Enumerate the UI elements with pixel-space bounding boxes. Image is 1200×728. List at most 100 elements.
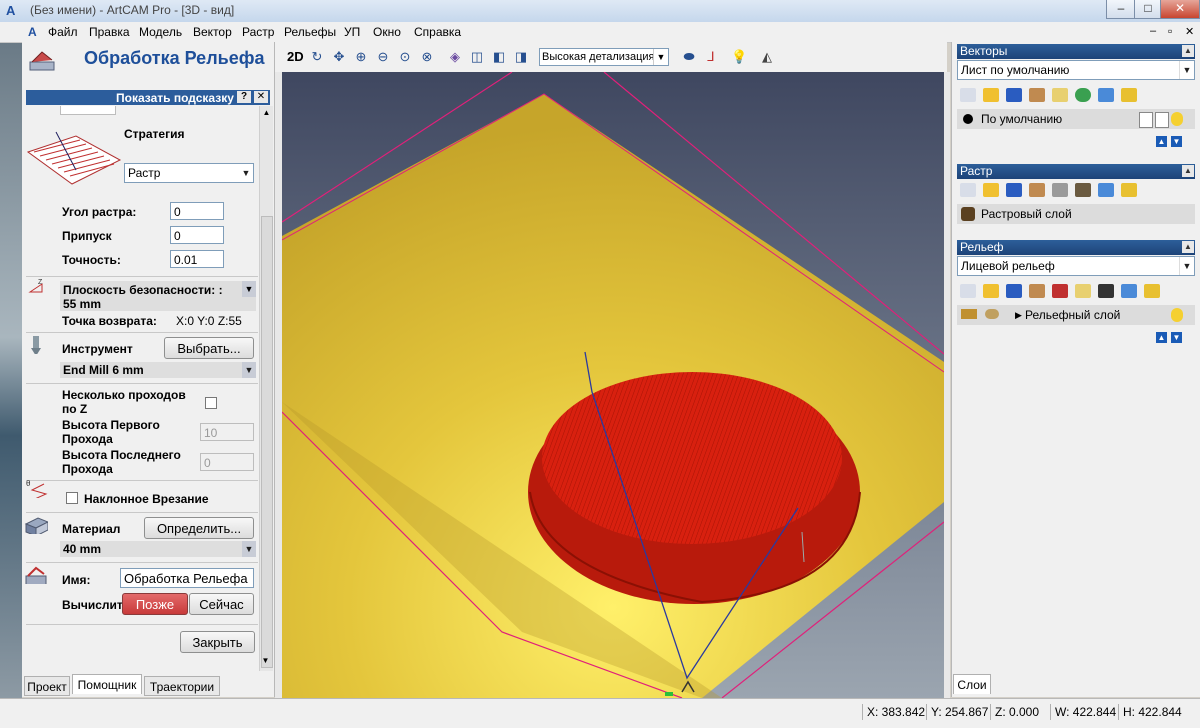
- ramping-checkbox[interactable]: [66, 492, 78, 504]
- relief-dropdown[interactable]: Лицевой рельеф ▼: [957, 256, 1195, 276]
- rotate-view-icon[interactable]: ↻: [309, 49, 325, 65]
- detail-level-dropdown[interactable]: Высокая детализация ▼: [539, 48, 669, 66]
- maximize-button[interactable]: □: [1134, 0, 1162, 19]
- zoom-window-icon[interactable]: ⊙: [397, 49, 413, 65]
- menu-window[interactable]: Окно: [373, 25, 401, 39]
- hide-hint-button[interactable]: ✕: [254, 91, 268, 103]
- light-bulb-icon[interactable]: [1171, 308, 1183, 322]
- layer-stack-icon[interactable]: [1029, 183, 1045, 197]
- minimize-button[interactable]: –: [1106, 0, 1136, 19]
- zoom-in-icon[interactable]: ⊕: [353, 49, 369, 65]
- layer-properties-icon[interactable]: [1075, 284, 1091, 298]
- layer-stack-icon[interactable]: [1029, 88, 1045, 102]
- scrollbar-thumb[interactable]: [261, 216, 273, 668]
- vector-layer-default[interactable]: По умолчанию: [957, 109, 1195, 129]
- material-dropdown[interactable]: 40 mm ▼: [60, 541, 256, 557]
- menu-model[interactable]: Модель: [139, 25, 182, 39]
- collapse-icon[interactable]: ▲: [1182, 165, 1194, 177]
- lock-icon[interactable]: [1139, 112, 1153, 128]
- light-bulb-icon[interactable]: 💡: [731, 49, 747, 65]
- last-pass-input[interactable]: 0: [200, 453, 254, 471]
- delete-icon[interactable]: [1121, 284, 1137, 298]
- panel-scrollbar[interactable]: ▲: [259, 106, 273, 671]
- raster-image-icon[interactable]: [1075, 183, 1091, 197]
- tab-project[interactable]: Проект: [24, 676, 70, 696]
- chevron-down-icon[interactable]: ▼: [242, 362, 256, 378]
- pen-icon[interactable]: [1155, 112, 1169, 128]
- chevron-down-icon[interactable]: ▼: [242, 281, 256, 297]
- mdi-restore-button[interactable]: ▫: [1168, 24, 1172, 38]
- layer-color-icon[interactable]: [963, 114, 973, 124]
- save-icon[interactable]: [1006, 88, 1022, 102]
- iso-view-icon[interactable]: ◈: [447, 49, 463, 65]
- zoom-fit-icon[interactable]: ⊗: [419, 49, 435, 65]
- front-view-icon[interactable]: ◫: [469, 49, 485, 65]
- tab-assistant[interactable]: Помощник: [72, 674, 142, 694]
- help-button[interactable]: ?: [237, 91, 251, 103]
- move-down-icon[interactable]: ▼: [1171, 332, 1182, 343]
- collapse-icon[interactable]: ▲: [1182, 241, 1194, 253]
- visibility-bulb-icon[interactable]: [1144, 284, 1160, 298]
- menu-help[interactable]: Справка: [414, 25, 461, 39]
- layer-stack-icon[interactable]: [1029, 284, 1045, 298]
- scroll-down-arrow-icon[interactable]: ▼: [259, 656, 272, 668]
- tab-toolpaths[interactable]: Траектории: [144, 676, 220, 696]
- relief-layer[interactable]: ▶ Рельефный слой: [957, 305, 1195, 325]
- chevron-down-icon[interactable]: ▼: [1179, 61, 1194, 79]
- mdi-minimize-button[interactable]: –: [1150, 25, 1156, 37]
- chevron-down-icon[interactable]: ▼: [653, 49, 668, 65]
- open-folder-icon[interactable]: [983, 183, 999, 197]
- close-panel-button[interactable]: Закрыть: [180, 631, 255, 653]
- raster-angle-input[interactable]: 0: [170, 202, 224, 220]
- 2d-view-button[interactable]: 2D: [287, 49, 304, 64]
- accuracy-input[interactable]: 0.01: [170, 250, 224, 268]
- grey-layer-icon[interactable]: [1052, 183, 1068, 197]
- multipass-checkbox[interactable]: [205, 397, 217, 409]
- first-pass-input[interactable]: 10: [200, 423, 254, 441]
- menu-edit[interactable]: Правка: [89, 25, 130, 39]
- scroll-up-arrow-icon[interactable]: ▲: [261, 108, 272, 118]
- visibility-bulb-icon[interactable]: [1121, 183, 1137, 197]
- relief-image-icon[interactable]: [1098, 284, 1114, 298]
- save-icon[interactable]: [1006, 284, 1022, 298]
- open-folder-icon[interactable]: [983, 284, 999, 298]
- chevron-down-icon[interactable]: ▼: [242, 541, 256, 557]
- close-window-button[interactable]: ✕: [1160, 0, 1200, 19]
- tab-layers[interactable]: Слои: [953, 674, 991, 694]
- select-tool-button[interactable]: Выбрать...: [164, 337, 254, 359]
- tool-dropdown[interactable]: End Mill 6 mm ▼: [60, 362, 256, 378]
- light-bulb-icon[interactable]: [1171, 112, 1183, 126]
- menu-reliefs[interactable]: Рельефы: [284, 25, 336, 39]
- pan-icon[interactable]: ✥: [331, 49, 347, 65]
- delete-icon[interactable]: [1098, 88, 1114, 102]
- chevron-down-icon[interactable]: ▼: [1179, 257, 1194, 275]
- collapse-icon[interactable]: ▲: [1182, 45, 1194, 57]
- relief-shading-icon[interactable]: ⬬: [681, 49, 697, 65]
- move-down-icon[interactable]: ▼: [1171, 136, 1182, 147]
- merge-layers-icon[interactable]: [1075, 88, 1091, 102]
- move-up-icon[interactable]: ▲: [1156, 332, 1167, 343]
- delete-icon[interactable]: [1098, 183, 1114, 197]
- strategy-dropdown[interactable]: Растр ▼: [124, 163, 254, 183]
- new-layer-icon[interactable]: [960, 183, 976, 197]
- safe-z-strip[interactable]: Плоскость безопасности: : 55 mm ▼: [60, 281, 256, 311]
- zoom-out-icon[interactable]: ⊖: [375, 49, 391, 65]
- compute-later-button[interactable]: Позже: [122, 593, 188, 615]
- open-folder-icon[interactable]: [983, 88, 999, 102]
- mdi-close-button[interactable]: ✕: [1185, 25, 1194, 38]
- layer-properties-icon[interactable]: [1052, 88, 1068, 102]
- allowance-input[interactable]: 0: [170, 226, 224, 244]
- visibility-bulb-icon[interactable]: [1121, 88, 1137, 102]
- top-view-icon[interactable]: ◨: [513, 49, 529, 65]
- menu-toolpaths[interactable]: УП: [344, 25, 360, 39]
- menu-vector[interactable]: Вектор: [193, 25, 232, 39]
- move-up-icon[interactable]: ▲: [1156, 136, 1167, 147]
- menu-raster[interactable]: Растр: [242, 25, 274, 39]
- 3d-viewport[interactable]: [282, 72, 944, 698]
- menu-file[interactable]: Файл: [48, 25, 78, 39]
- new-layer-icon[interactable]: [960, 284, 976, 298]
- compute-now-button[interactable]: Сейчас: [189, 593, 254, 615]
- new-layer-icon[interactable]: [960, 88, 976, 102]
- side-view-icon[interactable]: ◧: [491, 49, 507, 65]
- save-icon[interactable]: [1006, 183, 1022, 197]
